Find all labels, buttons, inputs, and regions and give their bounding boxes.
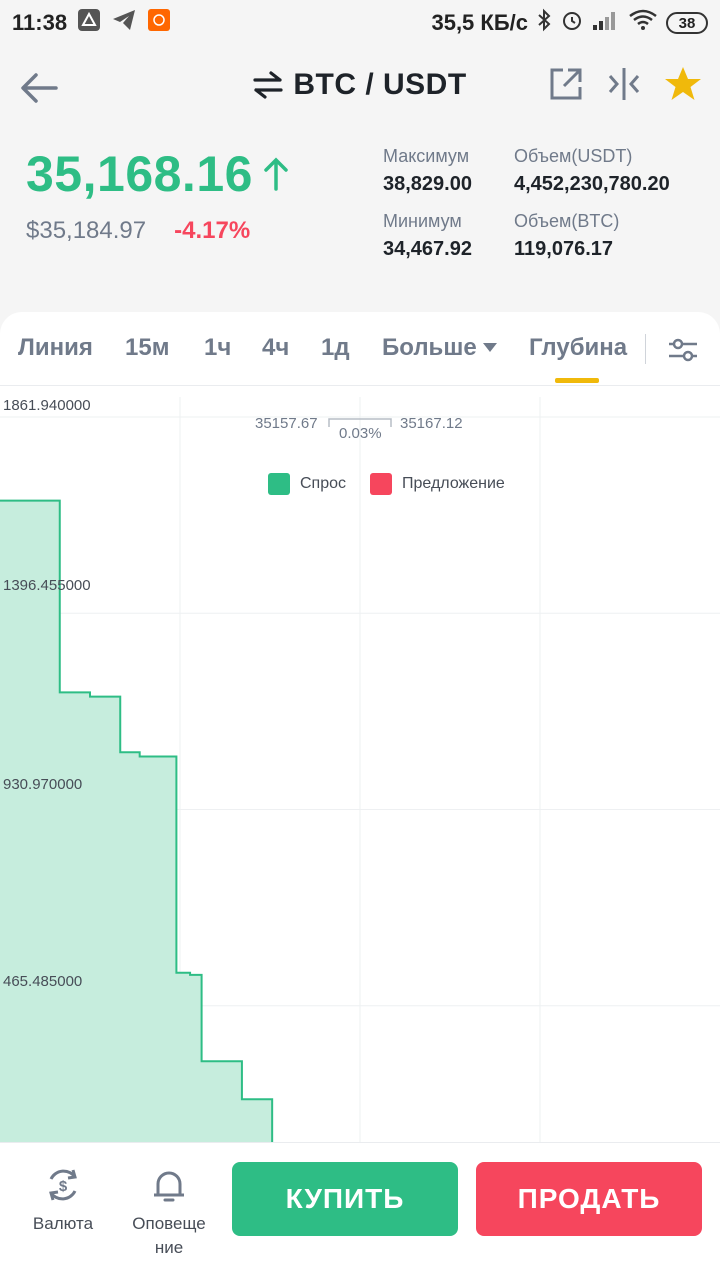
- spread-ask-price: 35167.12: [400, 415, 463, 432]
- star-icon: [665, 67, 701, 100]
- bid-area: [0, 500, 314, 1142]
- depth-chart-svg: [0, 397, 720, 1142]
- ticker-stats: Максимум 38,829.00 Объем(USDT) 4,452,230…: [383, 146, 703, 261]
- swap-icon: [253, 71, 283, 99]
- currency-button[interactable]: $ Валюта: [18, 1165, 108, 1236]
- svg-text:$: $: [59, 1178, 68, 1195]
- stat-low-label: Минимум: [383, 211, 462, 231]
- tab-more[interactable]: Больше: [382, 334, 497, 362]
- legend-ask-swatch: [370, 473, 393, 495]
- alerts-button[interactable]: Оповеще ние: [124, 1165, 214, 1260]
- compare-button[interactable]: [606, 66, 642, 107]
- pair-name: BTC / USDT: [293, 68, 467, 101]
- last-price: 35,168.16: [26, 145, 289, 203]
- stat-vol-usdt-value: 4,452,230,780.20: [514, 173, 670, 195]
- tab-15m[interactable]: 15м: [125, 334, 169, 362]
- stat-high-label: Максимум: [383, 146, 470, 166]
- sell-button[interactable]: ПРОДАТЬ: [476, 1162, 702, 1236]
- tab-depth[interactable]: Глубина: [529, 334, 627, 362]
- stat-high: Максимум 38,829.00: [383, 146, 514, 196]
- signal-icon: [592, 9, 620, 37]
- y-tick-label: 1861.940000: [3, 397, 91, 414]
- buy-button[interactable]: КУПИТЬ: [232, 1162, 458, 1236]
- y-tick-label: 930.970000: [3, 776, 83, 793]
- price-change: -4.17%: [174, 217, 251, 244]
- alerts-label: Оповеще ние: [132, 1214, 206, 1257]
- favorite-button[interactable]: [664, 66, 702, 107]
- telegram-icon: [111, 8, 137, 38]
- network-speed: 35,5 КБ/с: [431, 10, 528, 35]
- tab-divider: [645, 334, 646, 364]
- wifi-icon: [628, 9, 658, 37]
- spread-bid-price: 35157.67: [255, 415, 318, 432]
- currency-label: Валюта: [32, 1214, 94, 1233]
- bluetooth-icon: [536, 8, 552, 38]
- stat-vol-usdt-label: Объем(USDT): [514, 146, 633, 166]
- chart-tabs: Линия 15м 1ч 4ч 1д Больше Глубина: [0, 312, 720, 386]
- stat-low: Минимум 34,467.92: [383, 211, 514, 261]
- legend-ask-label: Предложение: [402, 475, 505, 492]
- header: BTC / USDT: [0, 50, 720, 130]
- y-tick-label: 1396.455000: [3, 577, 91, 594]
- stat-vol-btc-label: Объем(BTC): [514, 211, 620, 231]
- external-link-icon: [550, 68, 582, 100]
- price-sub: $35,184.97 -4.17%: [26, 217, 250, 245]
- alarm-icon: [560, 8, 584, 38]
- tab-line[interactable]: Линия: [18, 334, 93, 362]
- bell-icon: [154, 1171, 184, 1202]
- depth-chart[interactable]: 1861.940000 1396.455000 930.970000 465.4…: [0, 387, 720, 1142]
- stat-high-value: 38,829.00: [383, 173, 472, 195]
- bottom-action-bar: $ Валюта Оповеще ние КУПИТЬ ПРОДАТЬ: [0, 1142, 720, 1280]
- legend-bid-swatch: [268, 473, 290, 495]
- last-price-value: 35,168.16: [26, 146, 253, 202]
- app-notification-icon: [77, 8, 101, 38]
- active-tab-indicator: [555, 378, 599, 383]
- stat-vol-usdt: Объем(USDT) 4,452,230,780.20: [514, 146, 704, 196]
- status-bar: 11:38 35,5 КБ/с 38: [0, 0, 720, 46]
- arrow-up-icon: [264, 157, 288, 191]
- tab-1d[interactable]: 1д: [321, 334, 350, 362]
- mi-icon: [147, 8, 171, 38]
- stat-vol-btc: Объем(BTC) 119,076.17: [514, 211, 704, 261]
- share-button[interactable]: [548, 66, 584, 107]
- status-time: 11:38: [12, 10, 68, 35]
- stat-vol-btc-value: 119,076.17: [514, 238, 613, 260]
- tab-1h[interactable]: 1ч: [204, 334, 231, 362]
- currency-exchange-icon: $: [49, 1169, 77, 1201]
- split-view-icon: [608, 68, 640, 100]
- chart-settings-button[interactable]: [667, 336, 699, 369]
- spread-bracket: [328, 418, 392, 427]
- battery-indicator: 38: [666, 12, 708, 34]
- caret-down-icon: [482, 343, 497, 352]
- sliders-icon: [669, 338, 697, 362]
- y-tick-label: 465.485000: [3, 973, 83, 990]
- usd-price: $35,184.97: [26, 217, 147, 244]
- tab-more-label: Больше: [382, 334, 477, 361]
- chart-legend: Спрос Предложение: [268, 473, 505, 495]
- legend-bid-label: Спрос: [300, 475, 347, 492]
- stat-low-value: 34,467.92: [383, 238, 472, 260]
- chart-card: Линия 15м 1ч 4ч 1д Больше Глубина 1861.9…: [0, 312, 720, 1142]
- tab-4h[interactable]: 4ч: [262, 334, 289, 362]
